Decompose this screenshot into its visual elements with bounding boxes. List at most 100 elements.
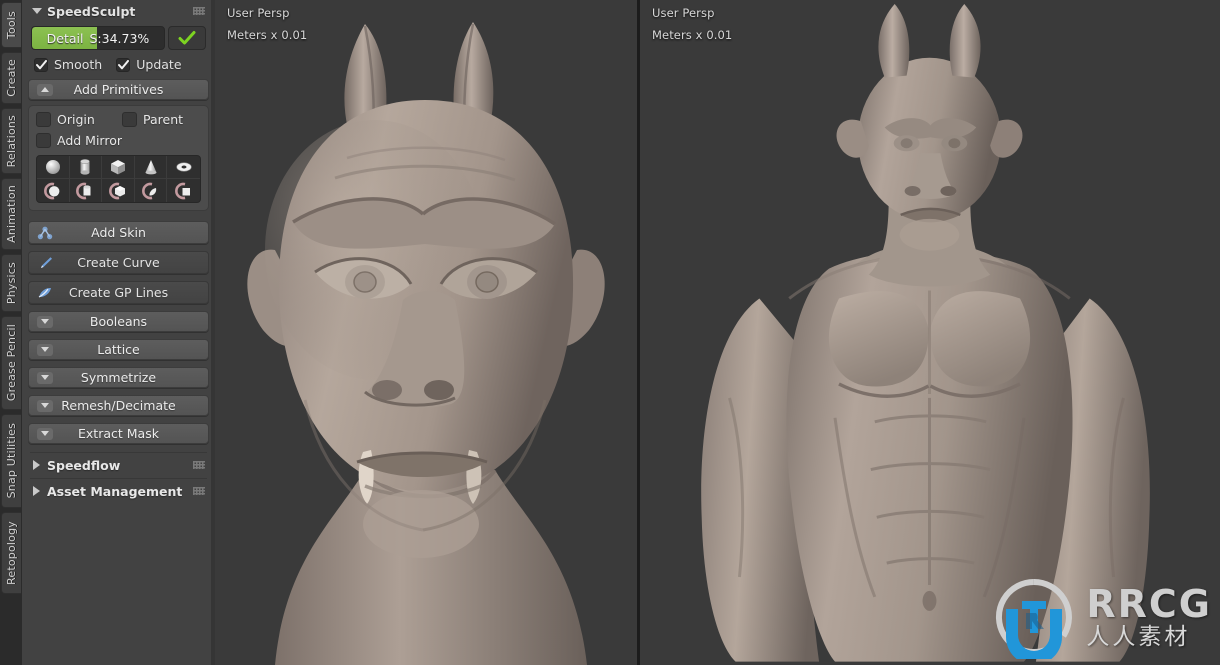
cone-icon bbox=[141, 158, 161, 176]
checkbox-box bbox=[122, 112, 137, 127]
tab-grease-pencil[interactable]: Grease Pencil bbox=[1, 316, 21, 410]
mirror-cylinder-icon bbox=[75, 182, 95, 200]
tab-relations[interactable]: Relations bbox=[1, 108, 21, 174]
drag-grip-icon[interactable] bbox=[193, 461, 205, 469]
sphere-icon bbox=[43, 158, 63, 176]
check-icon bbox=[178, 30, 196, 46]
drag-grip-icon[interactable] bbox=[193, 7, 205, 15]
tab-retopology[interactable]: Retopology bbox=[1, 512, 21, 594]
mirror-cube-icon bbox=[108, 182, 128, 200]
viewport-right-perspective: User Persp bbox=[652, 6, 715, 20]
add-mirror-checkbox[interactable]: Add Mirror bbox=[36, 133, 122, 148]
tab-label: Grease Pencil bbox=[5, 324, 18, 401]
primitive-mirror-cone-button[interactable] bbox=[135, 179, 168, 202]
add-primitives-header[interactable]: Add Primitives bbox=[28, 79, 209, 100]
tab-create[interactable]: Create bbox=[1, 52, 21, 104]
panel-header[interactable]: SpeedSculpt bbox=[28, 0, 209, 22]
tab-label: Snap Utilities bbox=[5, 423, 18, 498]
symmetrize-section-header[interactable]: Symmetrize bbox=[28, 367, 209, 388]
watermark-brand: RRCG bbox=[1086, 585, 1212, 623]
chevron-down-icon bbox=[37, 400, 53, 412]
remesh-decimate-label: Remesh/Decimate bbox=[29, 398, 208, 413]
tab-label: Retopology bbox=[5, 521, 18, 585]
chevron-right-icon bbox=[33, 460, 40, 470]
extract-mask-label: Extract Mask bbox=[29, 426, 208, 441]
detail-slider-label: Detail bbox=[47, 31, 84, 46]
booleans-label: Booleans bbox=[29, 314, 208, 329]
tab-label: Physics bbox=[5, 262, 18, 304]
detail-slider[interactable]: DetailS:34.73% bbox=[31, 26, 165, 50]
tab-tools[interactable]: Tools bbox=[1, 2, 21, 48]
drag-grip-icon[interactable] bbox=[193, 487, 205, 495]
tab-label: Create bbox=[5, 59, 18, 97]
create-gp-lines-label: Create GP Lines bbox=[29, 285, 208, 300]
tab-label: Tools bbox=[5, 11, 18, 39]
extract-mask-section-header[interactable]: Extract Mask bbox=[28, 423, 209, 444]
lattice-section-header[interactable]: Lattice bbox=[28, 339, 209, 360]
rrcg-logo-icon bbox=[992, 575, 1076, 659]
viewport-left[interactable]: User Persp Meters x 0.01 bbox=[215, 0, 637, 665]
detail-row: DetailS:34.73% bbox=[28, 26, 209, 50]
viewport-left-units: Meters x 0.01 bbox=[227, 28, 307, 42]
toggle-row: Smooth Update bbox=[28, 57, 209, 72]
primitive-mirror-plane-button[interactable] bbox=[167, 179, 200, 202]
checkbox-box bbox=[34, 58, 48, 72]
primitive-mirror-cube-button[interactable] bbox=[102, 179, 135, 202]
chevron-down-icon bbox=[37, 428, 53, 440]
check-icon bbox=[36, 60, 47, 70]
checkbox-label: Add Mirror bbox=[57, 133, 122, 148]
category-tab-strip: Tools Create Relations Animation Physics… bbox=[0, 0, 22, 665]
asset-management-label: Asset Management bbox=[47, 484, 182, 499]
create-curve-button[interactable]: Create Curve bbox=[28, 251, 209, 274]
torus-icon bbox=[174, 158, 194, 176]
symmetrize-label: Symmetrize bbox=[29, 370, 208, 385]
orc-body-sculpt bbox=[640, 0, 1220, 662]
add-skin-button[interactable]: Add Skin bbox=[28, 221, 209, 244]
mirror-cone-icon bbox=[141, 182, 161, 200]
tab-animation[interactable]: Animation bbox=[1, 178, 21, 250]
viewport-left-perspective: User Persp bbox=[227, 6, 290, 20]
viewport-right[interactable]: User Persp Meters x 0.01 RRCG 人人素材 bbox=[640, 0, 1220, 665]
detail-confirm-button[interactable] bbox=[168, 26, 206, 50]
cube-icon bbox=[108, 158, 128, 176]
primitive-mirror-cylinder-button[interactable] bbox=[70, 179, 103, 202]
asset-management-panel-header[interactable]: Asset Management bbox=[28, 479, 209, 503]
add-skin-label: Add Skin bbox=[29, 225, 208, 240]
checkbox-label: Smooth bbox=[54, 57, 102, 72]
mirror-plane-icon bbox=[174, 182, 194, 200]
cylinder-icon bbox=[75, 158, 95, 176]
check-icon bbox=[118, 60, 129, 70]
primitive-cone-button[interactable] bbox=[135, 156, 168, 179]
origin-checkbox[interactable]: Origin bbox=[36, 112, 114, 127]
parent-checkbox[interactable]: Parent bbox=[122, 112, 183, 127]
tab-snap-utilities[interactable]: Snap Utilities bbox=[1, 414, 21, 508]
orc-head-sculpt bbox=[215, 0, 637, 665]
primitive-torus-button[interactable] bbox=[167, 156, 200, 179]
chevron-down-icon bbox=[37, 316, 53, 328]
add-primitives-label: Add Primitives bbox=[29, 82, 208, 97]
checkbox-box bbox=[36, 133, 51, 148]
update-checkbox[interactable]: Update bbox=[116, 57, 181, 72]
tab-physics[interactable]: Physics bbox=[1, 254, 21, 312]
chevron-down-icon bbox=[37, 344, 53, 356]
create-gp-lines-button[interactable]: Create GP Lines bbox=[28, 281, 209, 304]
remesh-decimate-section-header[interactable]: Remesh/Decimate bbox=[28, 395, 209, 416]
watermark: RRCG 人人素材 bbox=[992, 575, 1212, 659]
chevron-down-icon bbox=[32, 8, 42, 14]
primitive-mirror-sphere-button[interactable] bbox=[37, 179, 70, 202]
primitive-sphere-button[interactable] bbox=[37, 156, 70, 179]
checkbox-box bbox=[116, 58, 130, 72]
speedflow-label: Speedflow bbox=[47, 458, 120, 473]
booleans-section-header[interactable]: Booleans bbox=[28, 311, 209, 332]
smooth-checkbox[interactable]: Smooth bbox=[34, 57, 102, 72]
chevron-down-icon bbox=[37, 372, 53, 384]
skin-icon bbox=[36, 225, 54, 240]
speedflow-panel-header[interactable]: Speedflow bbox=[28, 453, 209, 477]
lattice-label: Lattice bbox=[29, 342, 208, 357]
primitive-cube-button[interactable] bbox=[102, 156, 135, 179]
speedsculpt-panel: SpeedSculpt DetailS:34.73% bbox=[22, 0, 215, 665]
chevron-up-icon bbox=[37, 84, 53, 96]
viewport-split-gizmos bbox=[637, 18, 640, 32]
primitive-cylinder-button[interactable] bbox=[70, 156, 103, 179]
tab-label: Animation bbox=[5, 185, 18, 243]
